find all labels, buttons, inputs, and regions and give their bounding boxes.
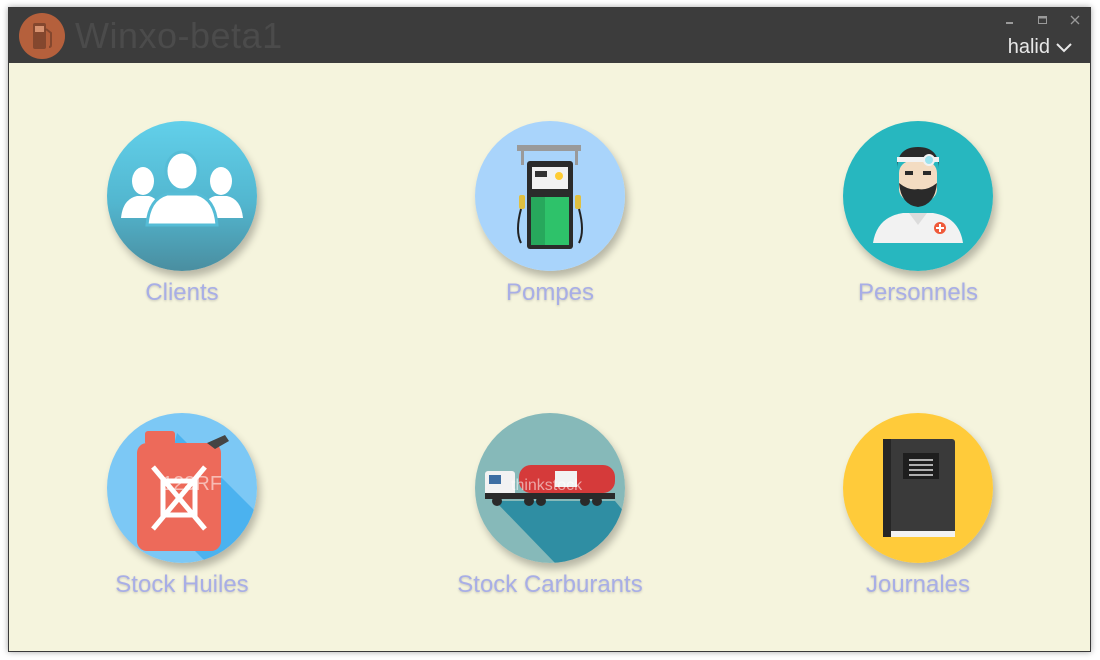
journal-book-icon — [843, 413, 993, 563]
minimize-icon[interactable] — [1001, 12, 1019, 28]
staff-person-icon — [843, 121, 993, 271]
main-dashboard: Clients Pompes Personnels 123RF Stock Hu… — [9, 63, 1090, 651]
user-menu[interactable]: halid — [1008, 34, 1072, 60]
close-icon[interactable] — [1066, 12, 1084, 28]
tile-pompes[interactable]: Pompes — [420, 121, 680, 321]
tile-stock-carburants[interactable]: thinkstock Stock Carburants — [420, 413, 680, 613]
fuel-tanker-truck-icon: thinkstock — [475, 413, 625, 563]
oil-jerrycan-icon: 123RF — [107, 413, 257, 563]
tile-label-stock-huiles: Stock Huiles — [115, 571, 249, 598]
tile-label-pompes: Pompes — [505, 279, 595, 306]
clients-group-icon — [107, 121, 257, 271]
maximize-icon[interactable] — [1034, 12, 1052, 28]
app-title: Winxo-beta1 — [75, 15, 283, 56]
chevron-down-icon — [1056, 36, 1072, 59]
tile-label-clients: Clients — [145, 279, 219, 306]
fuel-pump-logo-icon — [19, 13, 65, 59]
tile-clients[interactable]: Clients — [52, 121, 312, 321]
tile-journales[interactable]: Journales — [788, 413, 1048, 613]
user-name: halid — [1007, 35, 1050, 58]
title-bar: Winxo-beta1 halid — [9, 8, 1090, 63]
tile-label-stock-carburants: Stock Carburants — [457, 571, 643, 598]
app-window: Winxo-beta1 halid Clients Pompes Personn… — [8, 7, 1091, 652]
watermark-thinkstock: thinkstock — [511, 477, 583, 494]
tile-label-personnels: Personnels — [857, 279, 979, 306]
tile-personnels[interactable]: Personnels — [788, 121, 1048, 321]
tile-stock-huiles[interactable]: 123RF Stock Huiles — [52, 413, 312, 613]
tile-label-journales: Journales — [865, 571, 971, 598]
watermark-123rf: 123RF — [162, 473, 223, 495]
fuel-pump-icon — [475, 121, 625, 271]
